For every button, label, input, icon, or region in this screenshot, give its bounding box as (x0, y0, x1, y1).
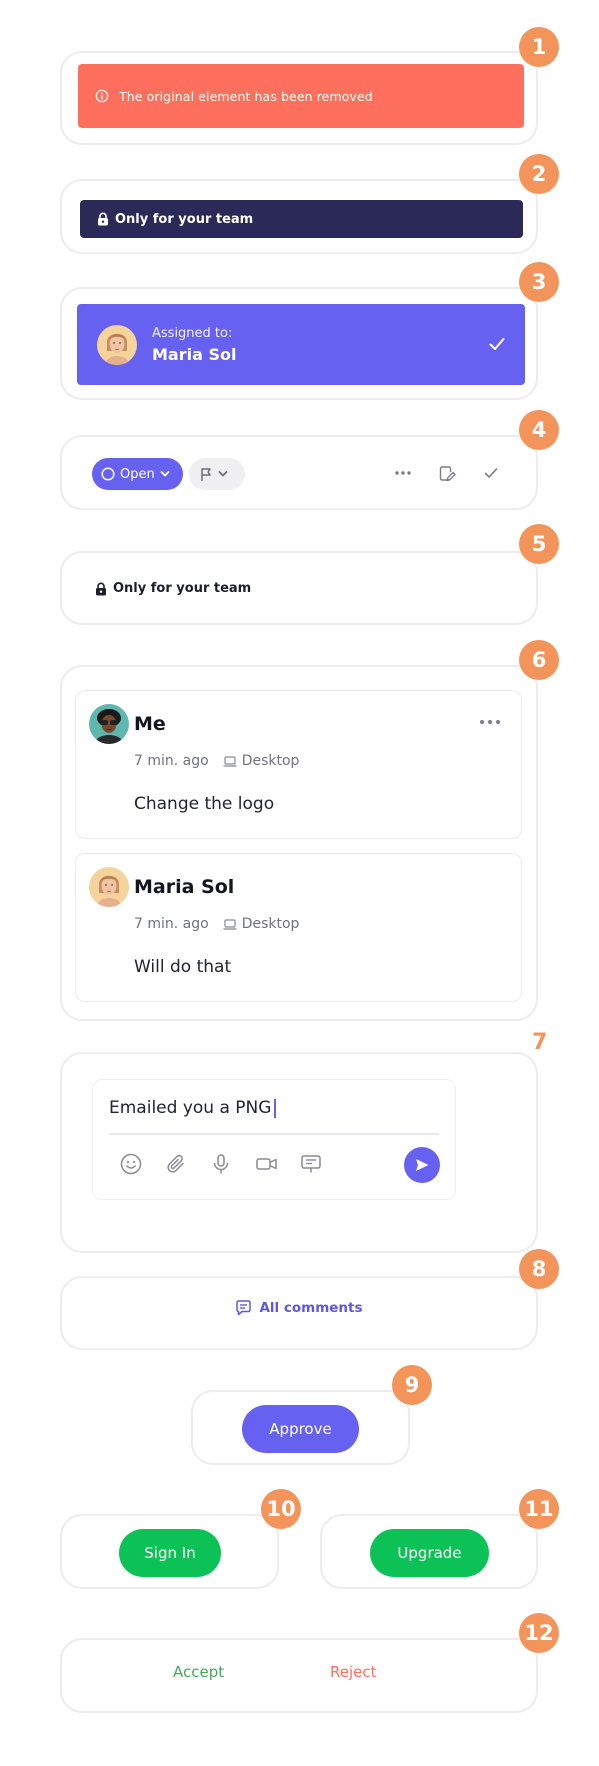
comment-meta: 7 min. ago Desktop (134, 916, 299, 932)
avatar (89, 867, 129, 907)
upgrade-card: Upgrade (320, 1514, 538, 1589)
comment-device: Desktop (241, 916, 300, 932)
removed-alert-text: The original element has been removed (119, 88, 373, 104)
badge-11: 11 (519, 1489, 559, 1529)
badge-4: 4 (519, 410, 559, 450)
team-banner-card: Only for your team (60, 179, 538, 254)
comment-author: Me (134, 713, 166, 735)
chevron-down-icon (160, 470, 170, 478)
approve-card: Approve (191, 1390, 410, 1465)
badge-10: 10 (261, 1489, 301, 1529)
comment-icon (235, 1300, 252, 1316)
team-plain-label: Only for your team (95, 581, 251, 596)
message-input[interactable]: Emailed you a PNG (109, 1098, 276, 1118)
assignee-name: Maria Sol (152, 344, 237, 364)
comment-author: Maria Sol (134, 876, 235, 898)
badge-8: 8 (519, 1249, 559, 1289)
edit-document-icon[interactable] (438, 465, 456, 483)
all-comments-label: All comments (259, 1300, 363, 1316)
sign-in-button[interactable]: Sign In (119, 1529, 221, 1577)
comment-time: 7 min. ago (134, 916, 209, 932)
all-comments-link[interactable]: All comments (62, 1300, 536, 1316)
paperclip-icon[interactable] (165, 1153, 187, 1175)
screen-share-icon[interactable] (300, 1153, 322, 1175)
accept-reject-card: Accept Reject (60, 1638, 538, 1713)
composer-divider (109, 1133, 439, 1135)
chevron-down-icon (218, 470, 228, 478)
check-icon[interactable] (484, 467, 498, 479)
video-icon[interactable] (255, 1153, 279, 1175)
team-banner: Only for your team (80, 200, 523, 238)
flag-icon (200, 467, 213, 482)
team-plain-card: Only for your team (60, 551, 538, 625)
more-horizontal-icon[interactable] (479, 719, 501, 725)
emoji-icon[interactable] (120, 1153, 142, 1175)
removed-alert-card: The original element has been removed (60, 51, 538, 145)
badge-7: 7 (532, 1030, 548, 1055)
assigned-label: Assigned to: (152, 325, 233, 341)
lock-icon (97, 212, 109, 226)
team-plain-text: Only for your team (113, 581, 252, 596)
laptop-icon (223, 755, 237, 767)
comments-card: Me 7 min. ago Desktop Change the logo Ma… (60, 665, 538, 1021)
lock-icon (95, 582, 107, 596)
status-toolbar-card: Open (60, 435, 538, 510)
check-icon[interactable] (489, 337, 505, 351)
badge-5: 5 (519, 524, 559, 564)
upgrade-button[interactable]: Upgrade (370, 1529, 489, 1577)
sign-in-card: Sign In (60, 1514, 279, 1589)
comment-body: Change the logo (134, 794, 275, 814)
badge-1: 1 (519, 27, 559, 67)
status-dropdown[interactable]: Open (92, 458, 183, 490)
team-banner-text: Only for your team (115, 211, 254, 227)
composer-card: Emailed you a PNG (60, 1052, 538, 1253)
send-button[interactable] (404, 1147, 440, 1183)
removed-alert: The original element has been removed (78, 64, 524, 128)
text-caret (274, 1098, 276, 1118)
all-comments-card: All comments (60, 1276, 538, 1350)
microphone-icon[interactable] (210, 1153, 232, 1175)
priority-dropdown[interactable] (189, 458, 245, 490)
comment-body: Will do that (134, 957, 232, 977)
badge-2: 2 (519, 154, 559, 194)
message-composer[interactable]: Emailed you a PNG (92, 1079, 456, 1200)
approve-button[interactable]: Approve (242, 1405, 359, 1453)
send-icon (414, 1157, 430, 1173)
message-input-value: Emailed you a PNG (109, 1098, 272, 1118)
accept-button[interactable]: Accept (173, 1663, 224, 1681)
info-icon (95, 89, 109, 103)
badge-6: 6 (519, 640, 559, 680)
badge-9: 9 (392, 1365, 432, 1405)
badge-3: 3 (519, 262, 559, 302)
more-horizontal-icon[interactable] (394, 470, 412, 476)
comment-item: Me 7 min. ago Desktop Change the logo (75, 690, 522, 839)
avatar (89, 704, 129, 744)
comment-item: Maria Sol 7 min. ago Desktop Will do tha… (75, 853, 522, 1002)
comment-time: 7 min. ago (134, 753, 209, 769)
assigned-card[interactable]: Assigned to: Maria Sol (77, 304, 525, 385)
status-label: Open (120, 466, 155, 482)
comment-device: Desktop (241, 753, 300, 769)
badge-12: 12 (519, 1613, 559, 1653)
avatar (97, 324, 137, 365)
reject-button[interactable]: Reject (330, 1663, 377, 1681)
circle-icon (101, 467, 115, 481)
comment-meta: 7 min. ago Desktop (134, 753, 299, 769)
assigned-card-wrapper: Assigned to: Maria Sol (60, 287, 538, 400)
laptop-icon (223, 918, 237, 930)
